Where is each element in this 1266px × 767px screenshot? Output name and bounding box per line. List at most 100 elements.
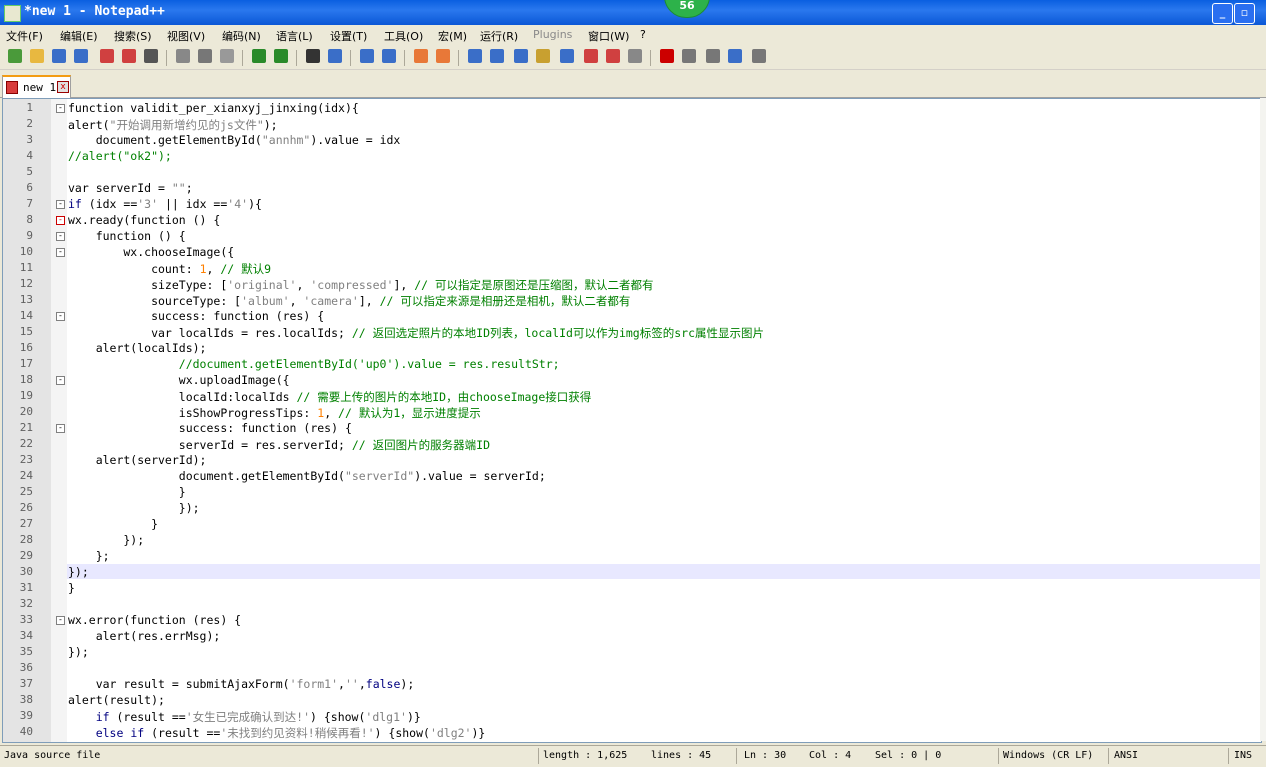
- indent-guide-icon[interactable]: [514, 49, 528, 63]
- status-selection: Sel : 0 | 0: [875, 750, 942, 761]
- code-line: document.getElementById("serverId").valu…: [68, 469, 546, 483]
- code-line: alert(result);: [68, 693, 165, 707]
- code-line: });: [68, 645, 89, 659]
- doc-map-icon[interactable]: [560, 49, 574, 63]
- code-line: //document.getElementById('up0').value =…: [68, 357, 560, 371]
- vertical-scrollbar[interactable]: [1260, 98, 1266, 741]
- menu-item-11[interactable]: 窗口(W): [588, 28, 629, 44]
- udl-icon[interactable]: [536, 49, 550, 63]
- toolbar-separator: [458, 50, 459, 66]
- fold-toggle-icon[interactable]: -: [56, 616, 65, 625]
- print-icon[interactable]: [144, 49, 158, 63]
- save-macro-icon[interactable]: [752, 49, 766, 63]
- close-all-icon[interactable]: [122, 49, 136, 63]
- zoom-out-icon[interactable]: [382, 49, 396, 63]
- folder-workspace-icon[interactable]: [606, 49, 620, 63]
- status-line-number: Ln : 30: [744, 750, 787, 761]
- status-length: length : 1,625: [543, 750, 628, 761]
- tab-bar: new 1 x: [0, 70, 1266, 98]
- record-macro-icon[interactable]: [660, 49, 674, 63]
- menu-item-10[interactable]: Plugins: [533, 28, 572, 41]
- fold-toggle-icon[interactable]: -: [56, 312, 65, 321]
- close-icon[interactable]: [100, 49, 114, 63]
- line-number: 1: [26, 101, 33, 114]
- fold-toggle-icon[interactable]: -: [56, 424, 65, 433]
- toolbar-separator: [650, 50, 651, 66]
- tab-close-icon[interactable]: x: [57, 81, 69, 93]
- menu-item-9[interactable]: 运行(R): [480, 28, 518, 44]
- code-line: sourceType: ['album', 'camera'], // 可以指定…: [68, 294, 631, 308]
- stop-record-icon[interactable]: [682, 49, 696, 63]
- menu-item-7[interactable]: 工具(O): [384, 28, 423, 44]
- monitor-icon[interactable]: [628, 49, 642, 63]
- code-line: wx.error(function (res) {: [68, 613, 242, 627]
- notification-badge[interactable]: 56: [664, 0, 710, 18]
- line-number: 26: [19, 501, 33, 514]
- line-number: 13: [19, 293, 33, 306]
- code-line: document.getElementById("annhm").value =…: [68, 133, 401, 147]
- toolbar-separator: [350, 50, 351, 66]
- menu-item-6[interactable]: 设置(T): [330, 28, 367, 44]
- menu-item-12[interactable]: ?: [640, 28, 646, 41]
- fold-toggle-icon[interactable]: -: [56, 232, 65, 241]
- toolbar-separator: [166, 50, 167, 66]
- menu-item-4[interactable]: 编码(N): [222, 28, 261, 44]
- zoom-in-icon[interactable]: [360, 49, 374, 63]
- menu-item-8[interactable]: 宏(M): [438, 28, 467, 44]
- menu-item-1[interactable]: 编辑(E): [60, 28, 98, 44]
- line-number: 7: [26, 197, 33, 210]
- function-list-icon[interactable]: [584, 49, 598, 63]
- code-line: alert("开始调用新增约见的js文件");: [68, 118, 278, 132]
- menu-item-2[interactable]: 搜索(S): [114, 28, 152, 44]
- line-number: 31: [19, 581, 33, 594]
- play-macro-icon[interactable]: [706, 49, 720, 63]
- menu-item-3[interactable]: 视图(V): [167, 28, 205, 44]
- line-number: 32: [19, 597, 33, 610]
- menu-item-5[interactable]: 语言(L): [276, 28, 313, 44]
- fold-toggle-icon[interactable]: -: [56, 248, 65, 257]
- menu-bar: 文件(F) 编辑(E) 搜索(S) 视图(V) 编码(N) 语言(L) 设置(T) 工具(O)…: [0, 25, 1266, 45]
- line-number: 39: [19, 709, 33, 722]
- paste-icon[interactable]: [220, 49, 234, 63]
- code-line: };: [68, 549, 110, 563]
- sync-horizontal-icon[interactable]: [436, 49, 450, 63]
- line-number: 18: [19, 373, 33, 386]
- fold-toggle-icon[interactable]: -: [56, 104, 65, 113]
- replace-icon[interactable]: [328, 49, 342, 63]
- code-editor[interactable]: 1- function validit_per_xianxyj_jinxing(i…: [2, 98, 1262, 743]
- sync-vertical-icon[interactable]: [414, 49, 428, 63]
- line-number: 5: [26, 165, 33, 178]
- open-file-icon[interactable]: [30, 49, 44, 63]
- line-number: 37: [19, 677, 33, 690]
- find-icon[interactable]: [306, 49, 320, 63]
- save-all-icon[interactable]: [74, 49, 88, 63]
- undo-icon[interactable]: [252, 49, 266, 63]
- code-line: if (idx =='3' || idx =='4'){: [68, 197, 262, 211]
- fold-toggle-icon[interactable]: -: [56, 216, 65, 225]
- run-macro-multiple-icon[interactable]: [728, 49, 742, 63]
- line-number: 36: [19, 661, 33, 674]
- line-number: 40: [19, 725, 33, 738]
- show-all-chars-icon[interactable]: [490, 49, 504, 63]
- line-number: 23: [19, 453, 33, 466]
- status-insert-mode: INS: [1234, 750, 1253, 761]
- word-wrap-icon[interactable]: [468, 49, 482, 63]
- line-number: 12: [19, 277, 33, 290]
- fold-toggle-icon[interactable]: -: [56, 200, 65, 209]
- menu-item-0[interactable]: 文件(F): [6, 28, 43, 44]
- new-file-icon[interactable]: [8, 49, 22, 63]
- line-number: 33: [19, 613, 33, 626]
- copy-icon[interactable]: [198, 49, 212, 63]
- redo-icon[interactable]: [274, 49, 288, 63]
- fold-toggle-icon[interactable]: -: [56, 376, 65, 385]
- line-number: 35: [19, 645, 33, 658]
- minimize-button[interactable]: _: [1212, 3, 1233, 24]
- line-number: 30: [19, 565, 33, 578]
- cut-icon[interactable]: [176, 49, 190, 63]
- status-column: Col : 4: [809, 750, 852, 761]
- line-number: 6: [26, 181, 33, 194]
- tab-new-1[interactable]: new 1 x: [2, 75, 71, 98]
- save-icon[interactable]: [52, 49, 66, 63]
- line-number: 2: [26, 117, 33, 130]
- maximize-button[interactable]: ▫: [1234, 3, 1255, 24]
